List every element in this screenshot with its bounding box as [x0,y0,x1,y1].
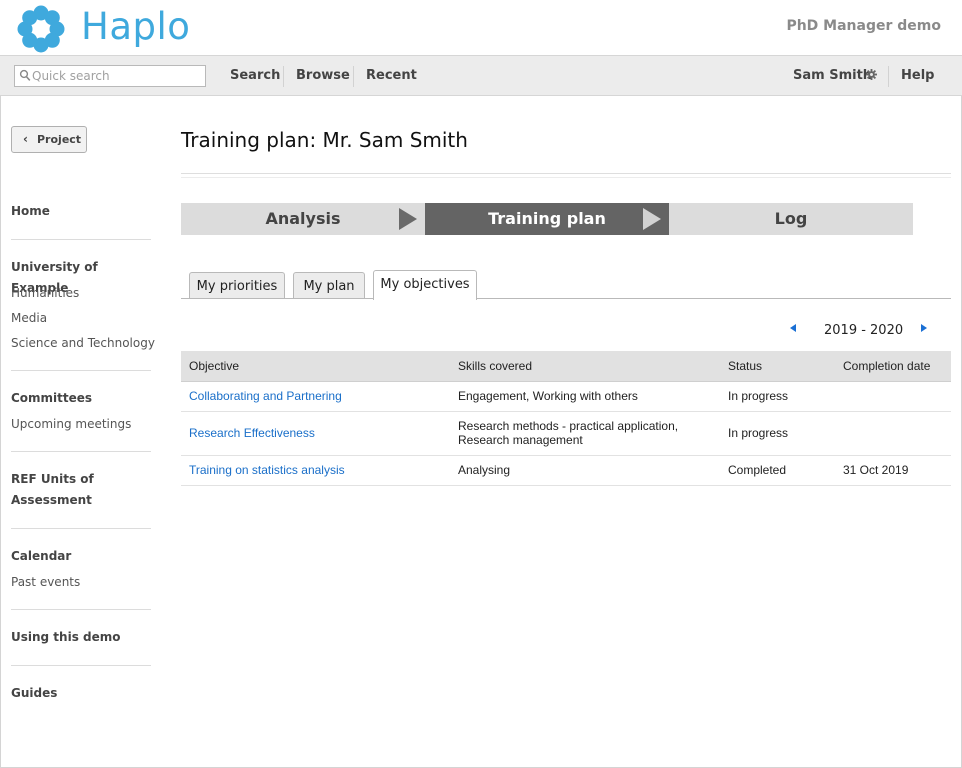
gear-icon[interactable] [866,69,877,80]
sidebar-divider [11,451,151,452]
table-row: Research Effectiveness Research methods … [181,411,951,456]
status-cell: In progress [720,381,835,412]
completion-date-cell [835,381,951,412]
tab-my-priorities[interactable]: My priorities [189,272,285,299]
objective-link[interactable]: Training on statistics analysis [181,455,450,486]
step-training-plan[interactable]: Training plan [425,203,669,235]
sidebar-item-science[interactable]: Science and Technology [11,336,155,350]
sidebar-item-using-demo[interactable]: Using this demo [11,627,151,648]
column-header-objective: Objective [181,351,450,382]
nav-divider [283,66,284,87]
objective-link[interactable]: Collaborating and Partnering [181,381,450,412]
tabs-baseline [181,298,951,299]
skills-cell: Research methods - practical application… [450,411,720,456]
top-navbar: Search Browse Recent Sam Smith Help [0,55,962,96]
table-row: Training on statistics analysis Analysin… [181,455,951,486]
status-cell: Completed [720,455,835,486]
title-divider [181,173,951,178]
quick-search-input[interactable] [32,67,202,85]
column-header-completion-date: Completion date [835,351,951,382]
magnifier-icon [19,69,31,81]
year-range-label: 2019 - 2020 [824,323,904,338]
sidebar-item-ref-units[interactable]: REF Units of Assessment [11,469,111,511]
triangle-right-icon[interactable] [921,324,927,332]
skills-line: Research management [458,433,583,447]
sidebar-item-home[interactable]: Home [11,201,151,222]
sidebar-divider [11,528,151,529]
back-to-project-button[interactable]: ‹ Project [11,126,87,153]
objectives-table: Objective Skills covered Status Completi… [181,351,951,486]
sidebar-item-guides[interactable]: Guides [11,683,151,704]
column-header-status: Status [720,351,835,382]
sidebar-divider [11,665,151,666]
sidebar-item-humanities[interactable]: Humanities [11,286,79,300]
nav-search-link[interactable]: Search [230,68,280,83]
user-menu-name[interactable]: Sam Smith [793,68,872,83]
help-link[interactable]: Help [901,68,934,83]
completion-date-cell: 31 Oct 2019 [835,455,951,486]
sidebar-item-calendar[interactable]: Calendar [11,546,151,567]
step-analysis[interactable]: Analysis [181,203,425,235]
skills-line: Research methods - practical application… [458,419,679,433]
sidebar-item-past-events[interactable]: Past events [11,575,80,589]
skills-cell: Engagement, Working with others [450,381,720,412]
sidebar-item-upcoming-meetings[interactable]: Upcoming meetings [11,417,131,431]
sidebar-divider [11,370,151,371]
triangle-left-icon[interactable] [790,324,796,332]
objective-link[interactable]: Research Effectiveness [181,411,450,456]
status-cell: In progress [720,411,835,456]
column-header-skills: Skills covered [450,351,720,382]
sidebar-divider [11,609,151,610]
tab-my-plan[interactable]: My plan [293,272,365,299]
flower-logo-icon[interactable] [16,4,66,54]
sidebar-item-media[interactable]: Media [11,311,47,325]
completion-date-cell [835,411,951,456]
skills-cell: Analysing [450,455,720,486]
sidebar-item-committees[interactable]: Committees [11,388,151,409]
chevron-left-icon: ‹ [23,132,28,146]
nav-recent-link[interactable]: Recent [366,68,417,83]
page-title: Training plan: Mr. Sam Smith [181,128,468,152]
nav-browse-link[interactable]: Browse [296,68,350,83]
table-header-row: Objective Skills covered Status Completi… [181,351,951,382]
quick-search-box[interactable] [14,65,206,87]
tab-my-objectives[interactable]: My objectives [373,270,477,300]
table-row: Collaborating and Partnering Engagement,… [181,381,951,412]
app-title: PhD Manager demo [786,18,941,34]
logo-text[interactable]: Haplo [81,5,190,48]
nav-divider [353,66,354,87]
back-button-label: Project [37,133,82,146]
triangle-right-icon [643,208,661,230]
nav-divider [888,66,889,87]
app-header: Haplo PhD Manager demo [0,0,962,55]
triangle-right-icon [399,208,417,230]
step-log[interactable]: Log [669,203,913,235]
sidebar-divider [11,239,151,240]
